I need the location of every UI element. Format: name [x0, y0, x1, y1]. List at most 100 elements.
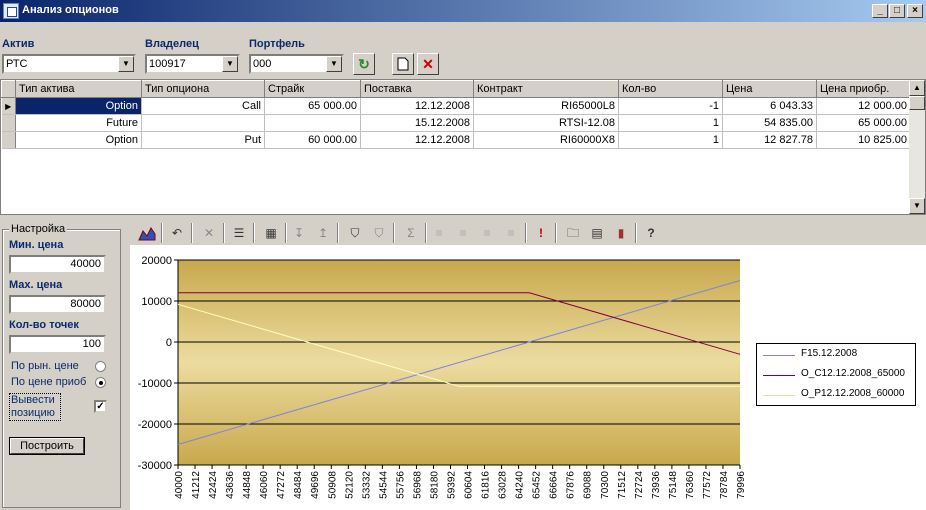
- grid-cell[interactable]: 65 000.00: [264, 97, 361, 115]
- chevron-down-icon[interactable]: ▼: [326, 56, 342, 72]
- grid-cell[interactable]: 6 043.33: [722, 97, 817, 115]
- grid-cell[interactable]: 12 827.78: [722, 131, 817, 149]
- grid-cell[interactable]: 12.12.2008: [360, 131, 474, 149]
- grid-cell[interactable]: RI60000X8: [473, 131, 619, 149]
- app-icon: [3, 3, 19, 19]
- x-tick-label: 58180: [429, 471, 440, 499]
- column-header[interactable]: Тип актива: [15, 80, 142, 98]
- show-position-label[interactable]: Вывести позицию: [9, 393, 61, 421]
- grid-cell[interactable]: 15.12.2008: [360, 114, 474, 132]
- owner-select[interactable]: 100917 ▼: [145, 54, 240, 74]
- align-icon[interactable]: ≡: [429, 223, 449, 243]
- x-tick-label: 71512: [617, 471, 628, 499]
- toolbar-separator: [393, 223, 395, 243]
- close-button[interactable]: ×: [907, 4, 923, 18]
- points-input[interactable]: 100: [9, 335, 106, 354]
- grid-cell[interactable]: [264, 114, 361, 132]
- data-grid-icon[interactable]: ▦: [261, 223, 281, 243]
- grid-cell[interactable]: Call: [141, 97, 265, 115]
- points-label: Кол-во точек: [9, 319, 79, 331]
- show-position-checkbox[interactable]: ✓: [94, 400, 107, 413]
- table-row[interactable]: Option Put 60 000.00 12.12.2008 RI60000X…: [1, 131, 911, 149]
- scroll-down-icon[interactable]: ▼: [909, 198, 925, 214]
- grid-cell[interactable]: -1: [618, 97, 723, 115]
- new-button[interactable]: [392, 53, 414, 75]
- column-header[interactable]: Поставка: [360, 80, 474, 98]
- document-icon[interactable]: ▤: [587, 223, 607, 243]
- sort-descending-icon[interactable]: ↥: [313, 223, 333, 243]
- by-market-radio[interactable]: [95, 361, 106, 372]
- toolbar-separator: [253, 223, 255, 243]
- scroll-up-icon[interactable]: ▲: [909, 80, 925, 96]
- legend-swatch: [763, 395, 795, 396]
- grid-cell[interactable]: Option: [15, 131, 142, 149]
- chart-type-icon[interactable]: [137, 223, 157, 243]
- x-tick-label: 48484: [293, 471, 304, 499]
- filter-icon[interactable]: ⛉: [345, 223, 365, 243]
- x-tick-label: 47272: [276, 471, 287, 499]
- grid-cell[interactable]: 10 825.00: [816, 131, 911, 149]
- delete-button[interactable]: ✕: [417, 53, 439, 75]
- grid-cell[interactable]: 54 835.00: [722, 114, 817, 132]
- filter-clear-icon[interactable]: ⛉: [369, 223, 389, 243]
- properties-icon[interactable]: ☰: [229, 223, 249, 243]
- asset-select[interactable]: РТС ▼: [2, 54, 136, 74]
- sort-ascending-icon[interactable]: ↧: [289, 223, 309, 243]
- chevron-down-icon[interactable]: ▼: [118, 56, 134, 72]
- align-center-icon[interactable]: ≡: [453, 223, 473, 243]
- grid-cell[interactable]: Put: [141, 131, 265, 149]
- maximize-button[interactable]: □: [889, 4, 905, 18]
- delete-series-icon[interactable]: ✕: [199, 223, 219, 243]
- scroll-thumb[interactable]: [909, 96, 925, 110]
- grid-cell[interactable]: 1: [618, 114, 723, 132]
- align-justify-icon[interactable]: ≡: [501, 223, 521, 243]
- grid-cell[interactable]: 12.12.2008: [360, 97, 474, 115]
- row-indicator-icon[interactable]: ▶: [1, 97, 16, 115]
- sum-icon[interactable]: Σ: [401, 223, 421, 243]
- gallery-icon[interactable]: ▮: [611, 223, 631, 243]
- grid-cell[interactable]: 1: [618, 131, 723, 149]
- grid-cell[interactable]: Option: [15, 97, 142, 115]
- grid-cell[interactable]: RI65000L8: [473, 97, 619, 115]
- refresh-button[interactable]: ↻: [353, 53, 375, 75]
- column-header[interactable]: Цена: [722, 80, 817, 98]
- column-header[interactable]: Тип опциона: [141, 80, 265, 98]
- toolbar-separator: [191, 223, 193, 243]
- open-folder-icon[interactable]: 🗀: [563, 223, 583, 243]
- grid-cell[interactable]: Future: [15, 114, 142, 132]
- alert-icon[interactable]: !: [531, 223, 551, 243]
- undo-icon[interactable]: ↶: [167, 223, 187, 243]
- column-header[interactable]: Страйк: [264, 80, 361, 98]
- max-price-input[interactable]: 80000: [9, 295, 106, 314]
- row-indicator[interactable]: [1, 131, 16, 149]
- grid-cell[interactable]: RTSI-12.08: [473, 114, 619, 132]
- x-tick-label: 54544: [378, 471, 389, 499]
- grid-scrollbar[interactable]: ▲ ▼: [909, 80, 925, 214]
- grid-cell[interactable]: 12 000.00: [816, 97, 911, 115]
- chevron-down-icon[interactable]: ▼: [222, 56, 238, 72]
- toolbar-separator: [425, 223, 427, 243]
- positions-grid[interactable]: Тип актива Тип опциона Страйк Поставка К…: [0, 79, 926, 215]
- column-header[interactable]: Цена приобр.: [816, 80, 911, 98]
- table-row[interactable]: ▶ Option Call 65 000.00 12.12.2008 RI650…: [1, 97, 911, 115]
- minimize-button[interactable]: _: [872, 4, 888, 18]
- grid-cell[interactable]: 65 000.00: [816, 114, 911, 132]
- table-row[interactable]: Future 15.12.2008 RTSI-12.08 1 54 835.00…: [1, 114, 911, 132]
- column-header[interactable]: Кол-во: [618, 80, 723, 98]
- portfolio-select[interactable]: 000 ▼: [249, 54, 344, 74]
- asset-label: Актив: [2, 38, 35, 50]
- column-header[interactable]: Контракт: [473, 80, 619, 98]
- settings-title: Настройка: [9, 223, 68, 235]
- max-price-label: Мах. цена: [9, 279, 63, 291]
- grid-cell[interactable]: [141, 114, 265, 132]
- by-purchase-radio[interactable]: [95, 377, 106, 388]
- legend-label: O_P12.12.2008_60000: [801, 388, 905, 399]
- build-button[interactable]: Построить: [9, 437, 85, 455]
- min-price-input[interactable]: 40000: [9, 255, 106, 274]
- grid-cell[interactable]: 60 000.00: [264, 131, 361, 149]
- x-tick-label: 59392: [446, 471, 457, 499]
- row-indicator[interactable]: [1, 114, 16, 132]
- help-icon[interactable]: ?: [641, 223, 661, 243]
- align-right-icon[interactable]: ≡: [477, 223, 497, 243]
- settings-group: Настройка Мин. цена 40000 Мах. цена 8000…: [2, 223, 121, 508]
